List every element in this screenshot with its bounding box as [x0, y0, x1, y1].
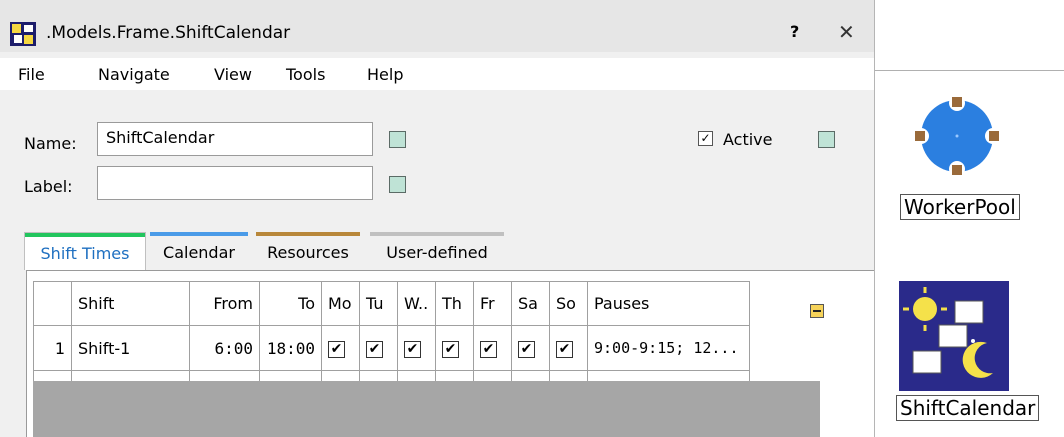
label-inherit-square[interactable]: [389, 176, 406, 193]
header-shift[interactable]: Shift: [71, 281, 190, 326]
table-header-row: Shift From To Mo Tu W.. Th Fr Sa So Paus…: [33, 281, 750, 326]
day-checkbox[interactable]: ✔: [518, 340, 535, 358]
label-label: Label:: [24, 177, 73, 196]
shift-times-grid: Shift From To Mo Tu W.. Th Fr Sa So Paus…: [26, 270, 874, 437]
active-checkbox[interactable]: ✓: [698, 131, 713, 146]
cell-pauses[interactable]: 9:00-9:15; 12...: [587, 325, 750, 371]
header-sa[interactable]: Sa: [511, 281, 550, 326]
tab-calendar[interactable]: Calendar: [150, 232, 248, 270]
header-we[interactable]: W..: [397, 281, 436, 326]
shiftcalendar-label[interactable]: ShiftCalendar: [896, 395, 1040, 421]
cell-sa: ✔: [511, 325, 550, 371]
table-row[interactable]: 1 Shift-1 6:00 18:00 ✔ ✔ ✔ ✔ ✔ ✔ ✔ 9:00-…: [33, 325, 750, 371]
name-label: Name:: [24, 134, 77, 153]
corner-cell: [33, 281, 72, 326]
cell-tu: ✔: [359, 325, 398, 371]
row-number: 1: [33, 325, 72, 371]
name-inherit-square[interactable]: [389, 131, 406, 148]
menu-bar: File Navigate View Tools Help: [0, 58, 874, 90]
workerpool-label[interactable]: WorkerPool: [900, 194, 1020, 220]
header-mo[interactable]: Mo: [321, 281, 360, 326]
day-checkbox[interactable]: ✔: [442, 340, 459, 358]
app-icon: [10, 22, 36, 46]
header-fr[interactable]: Fr: [473, 281, 512, 326]
window-title: .Models.Frame.ShiftCalendar: [46, 23, 291, 43]
title-bar[interactable]: .Models.Frame.ShiftCalendar ? ✕: [0, 0, 874, 52]
cell-th: ✔: [435, 325, 474, 371]
day-checkbox[interactable]: ✔: [366, 340, 383, 358]
header-to[interactable]: To: [259, 281, 322, 326]
menu-navigate[interactable]: Navigate: [98, 65, 170, 84]
menu-tools[interactable]: Tools: [286, 65, 325, 84]
cell-to[interactable]: 18:00: [259, 325, 322, 371]
cell-shift[interactable]: Shift-1: [71, 325, 190, 371]
active-inherit-square[interactable]: [818, 131, 835, 148]
label-input[interactable]: [97, 166, 373, 200]
name-input[interactable]: ShiftCalendar: [97, 122, 373, 156]
close-button[interactable]: ✕: [838, 20, 855, 44]
grid-empty-area: [33, 381, 820, 437]
cell-mo: ✔: [321, 325, 360, 371]
menu-help[interactable]: Help: [367, 65, 403, 84]
header-tu[interactable]: Tu: [359, 281, 398, 326]
help-button[interactable]: ?: [790, 22, 799, 41]
cell-from[interactable]: 6:00: [189, 325, 260, 371]
day-checkbox[interactable]: ✔: [556, 340, 573, 358]
collapse-button[interactable]: [810, 304, 824, 318]
menu-view[interactable]: View: [214, 65, 252, 84]
header-pauses[interactable]: Pauses: [587, 281, 750, 326]
header-from[interactable]: From: [189, 281, 260, 326]
day-checkbox[interactable]: ✔: [328, 340, 345, 358]
header-th[interactable]: Th: [435, 281, 474, 326]
cell-fr: ✔: [473, 325, 512, 371]
cell-we: ✔: [397, 325, 436, 371]
menu-file[interactable]: File: [18, 65, 45, 84]
active-label: Active: [723, 130, 773, 149]
tab-user-defined[interactable]: User-defined: [370, 232, 504, 270]
shift-calendar-dialog: .Models.Frame.ShiftCalendar ? ✕ File Nav…: [0, 0, 875, 437]
workerpool-icon[interactable]: [907, 93, 1007, 179]
header-so[interactable]: So: [549, 281, 588, 326]
day-checkbox[interactable]: ✔: [404, 340, 421, 358]
cell-so: ✔: [549, 325, 588, 371]
shiftcalendar-icon[interactable]: [899, 281, 1009, 391]
tab-shift-times[interactable]: Shift Times: [24, 232, 146, 270]
panel-divider: [875, 70, 1064, 71]
tab-resources[interactable]: Resources: [256, 232, 360, 270]
day-checkbox[interactable]: ✔: [480, 340, 497, 358]
